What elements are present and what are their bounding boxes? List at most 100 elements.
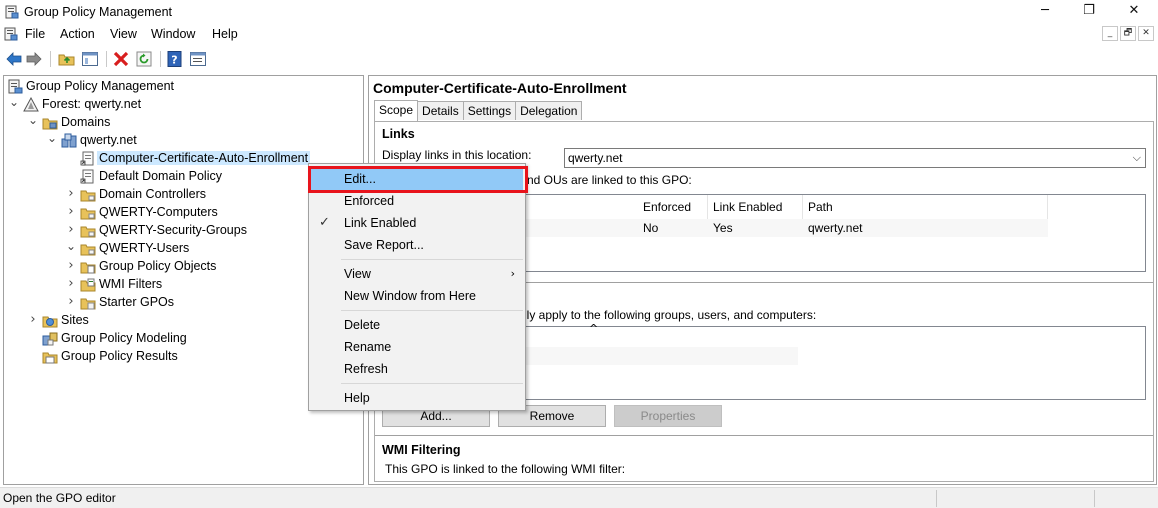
- tree-item[interactable]: › WMI Filters: [4, 276, 359, 294]
- chevron-down-icon[interactable]: ⌄: [46, 132, 58, 147]
- menu-item-refresh[interactable]: Refresh: [311, 358, 523, 380]
- mdi-restore-button[interactable]: 🗗: [1120, 26, 1136, 41]
- title-bar: Group Policy Management ─ ❐ ✕: [0, 0, 1158, 24]
- menu-item-new-window[interactable]: New Window from Here: [311, 285, 523, 307]
- chevron-down-icon[interactable]: ⌄: [65, 240, 77, 255]
- chevron-down-icon: ⌵: [1132, 151, 1141, 164]
- sites-icon: [42, 316, 58, 328]
- menu-view[interactable]: View: [110, 27, 137, 41]
- chevron-right-icon[interactable]: ›: [65, 295, 77, 309]
- mdi-minimize-button[interactable]: _: [1102, 26, 1118, 41]
- status-divider: [936, 490, 937, 507]
- chevron-down-icon[interactable]: ⌄: [8, 96, 20, 111]
- cell-link-enabled: Yes: [713, 221, 733, 235]
- ou-folder-icon: [80, 226, 96, 238]
- menu-help[interactable]: Help: [212, 27, 238, 41]
- menu-item-label: Rename: [344, 340, 392, 354]
- chevron-right-icon[interactable]: ›: [65, 205, 77, 219]
- tree-item[interactable]: ⌄ Domains: [4, 114, 359, 132]
- tree-item-label: QWERTY-Security-Groups: [99, 223, 247, 237]
- tree-item[interactable]: ⌄ QWERTY-Users: [4, 240, 359, 258]
- menu-item-link-enabled[interactable]: ✓ Link Enabled: [311, 212, 523, 234]
- tree-item[interactable]: Group Policy Modeling: [4, 330, 359, 348]
- tree-item[interactable]: › Domain Controllers: [4, 186, 359, 204]
- domain-icon: [61, 133, 77, 148]
- tab-settings[interactable]: Settings: [462, 101, 517, 120]
- menu-item-enforced[interactable]: Enforced: [311, 190, 523, 212]
- chevron-down-icon[interactable]: ⌄: [27, 114, 39, 129]
- properties-icon[interactable]: [189, 50, 207, 68]
- gpo-link-icon: [80, 151, 94, 166]
- chevron-right-icon[interactable]: ›: [65, 277, 77, 291]
- status-divider: [1094, 490, 1095, 507]
- links-location-value: qwerty.net: [568, 151, 623, 165]
- chevron-right-icon[interactable]: ›: [27, 313, 39, 327]
- ou-folder-icon: [80, 208, 96, 220]
- tree-item-label: Domain Controllers: [99, 187, 206, 201]
- forward-icon[interactable]: [25, 50, 43, 68]
- menu-file[interactable]: File: [25, 27, 45, 41]
- menu-action[interactable]: Action: [60, 27, 95, 41]
- chevron-right-icon[interactable]: ›: [65, 259, 77, 273]
- ou-folder-icon: [80, 190, 96, 202]
- column-header-path[interactable]: Path: [803, 195, 1048, 219]
- tree-item-label: Default Domain Policy: [99, 169, 222, 183]
- back-icon[interactable]: [5, 50, 23, 68]
- help-icon[interactable]: ?: [166, 50, 184, 68]
- tree-item[interactable]: › Sites: [4, 312, 359, 330]
- show-hide-tree-icon[interactable]: [81, 50, 99, 68]
- properties-button[interactable]: Properties: [614, 405, 722, 427]
- chevron-right-icon[interactable]: ›: [65, 223, 77, 237]
- links-heading: Links: [382, 127, 415, 141]
- links-location-select[interactable]: qwerty.net ⌵: [564, 148, 1146, 168]
- tree-item[interactable]: › QWERTY-Computers: [4, 204, 359, 222]
- restore-button[interactable]: ❐: [1066, 0, 1112, 24]
- tree-item[interactable]: Group Policy Results: [4, 348, 359, 366]
- tree-item[interactable]: Computer-Certificate-Auto-Enrollment: [4, 150, 359, 168]
- tree-item[interactable]: ⌄ qwerty.net: [4, 132, 359, 150]
- refresh-icon[interactable]: [135, 50, 153, 68]
- menu-window[interactable]: Window: [151, 27, 195, 41]
- menu-item-label: Link Enabled: [344, 216, 417, 230]
- chevron-right-icon[interactable]: ›: [65, 187, 77, 201]
- column-header-enforced[interactable]: Enforced: [638, 195, 708, 219]
- menu-item-label: View: [344, 267, 371, 281]
- tree-item[interactable]: Group Policy Management: [4, 78, 359, 96]
- gpo-link-icon: [80, 169, 94, 184]
- svg-text:?: ?: [171, 54, 177, 67]
- gpm-app-icon: [5, 5, 19, 19]
- menu-item-label: Help: [344, 391, 370, 405]
- mdi-close-button[interactable]: ✕: [1138, 26, 1154, 41]
- tree-item[interactable]: › Starter GPOs: [4, 294, 359, 312]
- minimize-button[interactable]: ─: [1022, 0, 1068, 24]
- tab-delegation[interactable]: Delegation: [515, 101, 583, 120]
- tree-item-label: QWERTY-Users: [99, 241, 190, 255]
- close-button[interactable]: ✕: [1111, 0, 1157, 24]
- status-bar: Open the GPO editor: [0, 487, 1158, 508]
- menu-item-help[interactable]: Help: [311, 387, 523, 409]
- menu-item-label: Save Report...: [344, 238, 424, 252]
- menu-item-rename[interactable]: Rename: [311, 336, 523, 358]
- tree-item-label: Starter GPOs: [99, 295, 175, 309]
- up-folder-icon[interactable]: [58, 50, 76, 68]
- tree-item[interactable]: › Group Policy Objects: [4, 258, 359, 276]
- menu-item-view[interactable]: View ›: [311, 263, 523, 285]
- tab-details[interactable]: Details: [417, 101, 464, 120]
- mdi-controls: _ 🗗 ✕: [1100, 26, 1154, 41]
- tree-item[interactable]: Default Domain Policy: [4, 168, 359, 186]
- tree-item[interactable]: › QWERTY-Security-Groups: [4, 222, 359, 240]
- gpo-title: Computer-Certificate-Auto-Enrollment: [373, 80, 627, 96]
- menu-item-delete[interactable]: Delete: [311, 314, 523, 336]
- tab-scope[interactable]: Scope: [374, 100, 419, 121]
- tree-item-label: Group Policy Objects: [99, 259, 217, 273]
- column-header-link-enabled[interactable]: Link Enabled: [708, 195, 803, 219]
- ou-folder-icon: [80, 244, 96, 256]
- menu-item-save-report[interactable]: Save Report...: [311, 234, 523, 256]
- tree-item-label: Group Policy Modeling: [61, 331, 187, 345]
- toolbar: ?: [0, 47, 1158, 71]
- console-icon[interactable]: [4, 27, 18, 41]
- delete-icon[interactable]: [112, 50, 130, 68]
- cell-enforced: No: [643, 221, 659, 235]
- tree-item[interactable]: ⌄ Forest: qwerty.net: [4, 96, 359, 114]
- menu-separator: [341, 259, 523, 260]
